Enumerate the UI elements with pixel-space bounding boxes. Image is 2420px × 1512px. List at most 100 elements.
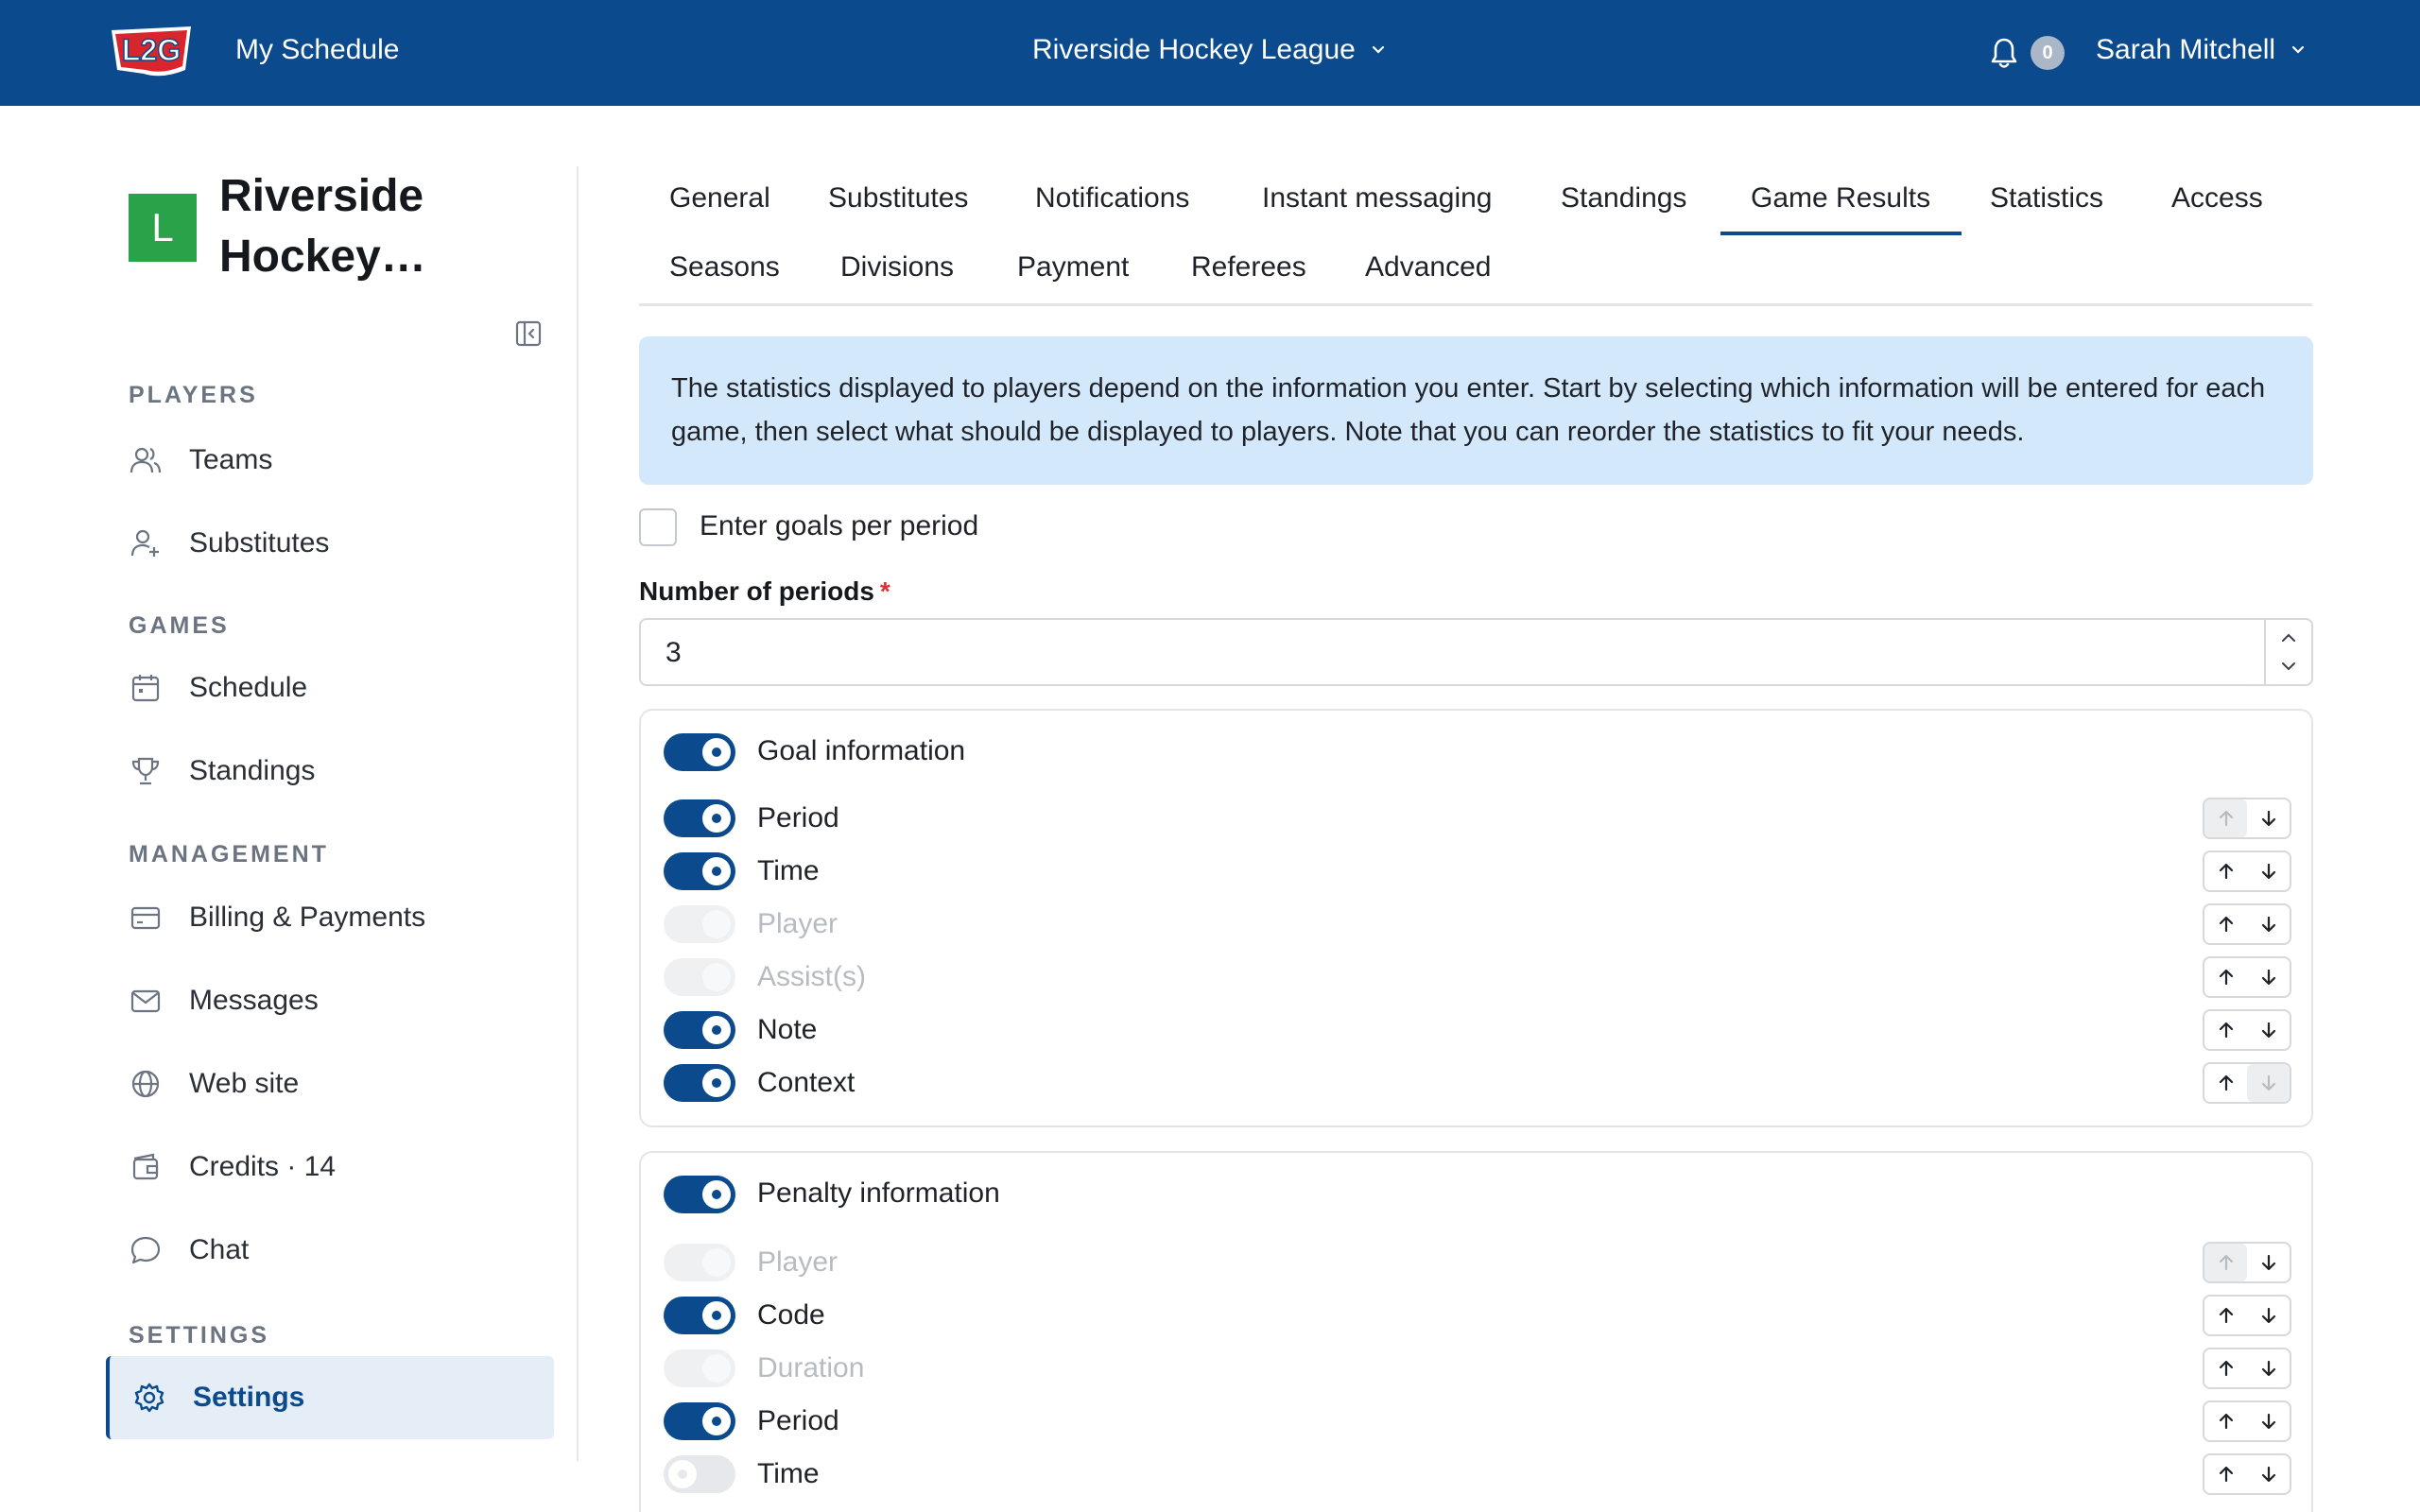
tab-notifications[interactable]: Notifications	[1035, 182, 1189, 215]
penalty-row: Period	[664, 1395, 2291, 1448]
move-up-button[interactable]	[2204, 852, 2247, 890]
tab-referees[interactable]: Referees	[1191, 251, 1306, 284]
penalty-field-label: Time	[757, 1458, 820, 1489]
reorder-buttons	[2203, 1242, 2291, 1283]
move-up-button[interactable]	[2204, 1064, 2247, 1102]
move-down-button[interactable]	[2247, 958, 2290, 996]
penalty-field-toggle	[664, 1349, 735, 1387]
arrow-up-icon	[2219, 1466, 2233, 1483]
globe-icon	[131, 1070, 160, 1098]
arrow-up-icon	[2219, 1022, 2233, 1039]
goal-field-toggle[interactable]	[664, 852, 735, 890]
goal-field-label: Assist(s)	[757, 961, 866, 992]
chevron-down-icon	[2291, 45, 2305, 54]
tab-payment[interactable]: Payment	[1017, 251, 1129, 284]
sidebar-item-billing[interactable]: Billing & Payments	[106, 876, 554, 959]
sidebar-item-label: Chat	[189, 1234, 250, 1265]
tab-statistics[interactable]: Statistics	[1990, 182, 2103, 215]
bell-icon[interactable]	[1989, 36, 2019, 70]
chevron-down-icon[interactable]	[2278, 656, 2299, 677]
move-down-button[interactable]	[2247, 1455, 2290, 1493]
move-down-button[interactable]	[2247, 799, 2290, 837]
penalty-information-header: Penalty information	[664, 1176, 1000, 1213]
penalty-information-toggle[interactable]	[664, 1176, 735, 1213]
goal-row: Player	[664, 898, 2291, 951]
tab-substitutes[interactable]: Substitutes	[828, 182, 968, 215]
sidebar-item-credits[interactable]: Credits · 14	[106, 1125, 554, 1209]
my-schedule-link[interactable]: My Schedule	[235, 34, 399, 66]
sidebar-item-teams[interactable]: Teams	[106, 419, 554, 502]
tab-divisions[interactable]: Divisions	[840, 251, 954, 284]
goal-information-toggle[interactable]	[664, 733, 735, 771]
sidebar-item-schedule[interactable]: Schedule	[106, 646, 554, 730]
reorder-buttons	[2203, 1062, 2291, 1104]
goal-field-toggle[interactable]	[664, 1064, 735, 1102]
move-up-button[interactable]	[2204, 1297, 2247, 1334]
sidebar-item-messages[interactable]: Messages	[106, 959, 554, 1042]
move-up-button[interactable]	[2204, 1402, 2247, 1440]
tab-access[interactable]: Access	[2171, 182, 2263, 215]
arrow-up-icon	[2219, 863, 2233, 880]
field-label-text: Number of periods	[639, 576, 874, 606]
goal-field-toggle[interactable]	[664, 799, 735, 837]
sidebar-item-settings[interactable]: Settings	[106, 1356, 554, 1439]
user-menu[interactable]: Sarah Mitchell	[2096, 34, 2308, 66]
move-down-button[interactable]	[2247, 1011, 2290, 1049]
arrow-down-icon	[2261, 1413, 2275, 1430]
goals-per-period-label[interactable]: Enter goals per period	[700, 510, 978, 542]
required-marker: *	[879, 576, 890, 606]
tab-general[interactable]: General	[669, 182, 770, 215]
credit-card-icon	[130, 906, 161, 930]
penalty-field-toggle[interactable]	[664, 1455, 735, 1493]
move-up-button[interactable]	[2204, 958, 2247, 996]
move-up-button[interactable]	[2204, 1349, 2247, 1387]
move-down-button[interactable]	[2247, 1402, 2290, 1440]
user-plus-icon	[130, 529, 159, 557]
move-up-button	[2204, 1244, 2247, 1281]
penalty-field-label: Period	[757, 1405, 839, 1436]
sidebar-item-substitutes[interactable]: Substitutes	[106, 502, 554, 585]
reorder-buttons	[2203, 1348, 2291, 1389]
number-stepper[interactable]	[2264, 620, 2311, 684]
sidebar-item-standings[interactable]: Standings	[106, 730, 554, 813]
goal-field-toggle	[664, 905, 735, 943]
league-selector[interactable]: Riverside Hockey League	[1032, 34, 1388, 66]
user-name: Sarah Mitchell	[2096, 34, 2276, 65]
penalty-information-title: Penalty information	[757, 1177, 1000, 1209]
move-down-button[interactable]	[2247, 1349, 2290, 1387]
arrow-up-icon	[2219, 1413, 2233, 1430]
sidebar-item-website[interactable]: Web site	[106, 1042, 554, 1125]
move-down-button[interactable]	[2247, 1244, 2290, 1281]
reorder-buttons	[2203, 1295, 2291, 1336]
move-up-button	[2204, 799, 2247, 837]
arrow-up-icon	[2219, 916, 2233, 933]
move-down-button[interactable]	[2247, 852, 2290, 890]
tab-standings[interactable]: Standings	[1561, 182, 1686, 215]
move-down-button[interactable]	[2247, 1297, 2290, 1334]
number-of-periods-input[interactable]: 3	[639, 618, 2313, 686]
goal-field-toggle[interactable]	[664, 1011, 735, 1049]
goals-per-period-checkbox[interactable]	[639, 508, 677, 546]
sidebar-item-chat[interactable]: Chat	[106, 1209, 554, 1292]
move-up-button[interactable]	[2204, 905, 2247, 943]
move-up-button[interactable]	[2204, 1455, 2247, 1493]
move-down-button[interactable]	[2247, 905, 2290, 943]
tab-advanced[interactable]: Advanced	[1365, 251, 1491, 284]
goal-field-label: Period	[757, 802, 839, 833]
move-up-button[interactable]	[2204, 1011, 2247, 1049]
penalty-field-toggle[interactable]	[664, 1297, 735, 1334]
tab-game-results[interactable]: Game Results	[1751, 182, 1930, 215]
arrow-down-icon	[2261, 969, 2275, 986]
tab-instant-messaging[interactable]: Instant messaging	[1262, 182, 1492, 215]
reorder-buttons	[2203, 956, 2291, 998]
input-value: 3	[666, 637, 682, 668]
penalty-row: Duration	[664, 1342, 2291, 1395]
top-bar: L2G My Schedule Riverside Hockey League …	[0, 0, 2420, 106]
league-logo[interactable]: L2G	[106, 21, 197, 81]
penalty-field-toggle[interactable]	[664, 1402, 735, 1440]
arrow-up-icon	[2219, 810, 2233, 827]
collapse-sidebar-icon[interactable]	[514, 319, 543, 348]
chevron-up-icon[interactable]	[2278, 627, 2299, 648]
arrow-down-icon	[2261, 916, 2275, 933]
tab-seasons[interactable]: Seasons	[669, 251, 780, 284]
